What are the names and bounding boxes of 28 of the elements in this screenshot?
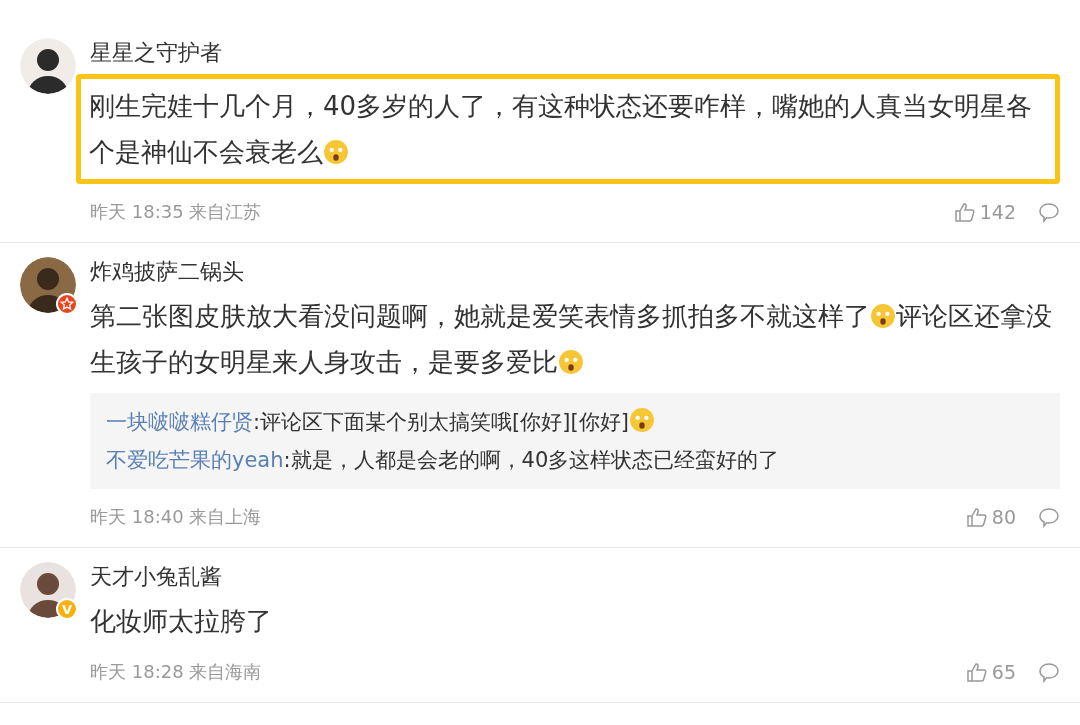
reply-text: 不爱吃芒果的yeah:就是，人都是会老的啊，40多这样状态已经蛮好的了 <box>106 447 781 474</box>
emoji-icon <box>323 139 349 165</box>
thumbs-up-icon[interactable] <box>965 661 988 683</box>
comment-text: 第二张图皮肤放大看没问题啊，她就是爱笑表情多抓拍多不就这样了 评论区还拿没生孩子的女明星来人身攻击，是要多爱比 <box>90 300 1053 379</box>
comment-time: 昨天 18:35 来自江苏 <box>90 200 263 224</box>
reply-text: 一块啵啵糕仔贤:评论区下面某个别太搞笑哦[你好][你好] <box>106 403 1044 441</box>
username[interactable]: 炸鸡披萨二锅头 <box>90 257 1060 287</box>
username[interactable]: 天才小兔乱酱 <box>90 562 1060 592</box>
reply-author-link[interactable]: 不爱吃芒果的yeah <box>106 448 284 472</box>
thumbs-up-icon[interactable] <box>965 506 988 528</box>
verified-badge: V <box>56 598 78 620</box>
comment-time: 昨天 18:40 来自上海 <box>90 505 263 529</box>
like-count: 80 <box>991 506 1016 528</box>
reply-author-link[interactable]: 一块啵啵糕仔贤 <box>106 410 253 434</box>
emoji-icon <box>870 303 896 329</box>
comment-icon[interactable] <box>1038 661 1060 683</box>
emoji-icon <box>558 349 584 375</box>
like-count: 142 <box>979 201 1016 223</box>
like-count: 65 <box>991 661 1016 683</box>
comment-icon[interactable] <box>1038 201 1060 223</box>
emoji-icon <box>628 407 655 433</box>
thumbs-up-icon[interactable] <box>953 201 976 223</box>
comment-time: 昨天 18:28 来自海南 <box>90 660 263 684</box>
comment-text: 刚生完娃十几个月，40多岁的人了，有这种状态还要咋样，嘴她的人真当女明星各个是神仙不会衰老么 <box>76 74 1060 184</box>
username[interactable]: 星星之守护者 <box>90 38 1060 68</box>
comment-text: 化妆师太拉胯了 <box>90 605 273 638</box>
comment-icon[interactable] <box>1038 506 1060 528</box>
avatar[interactable] <box>20 257 76 313</box>
